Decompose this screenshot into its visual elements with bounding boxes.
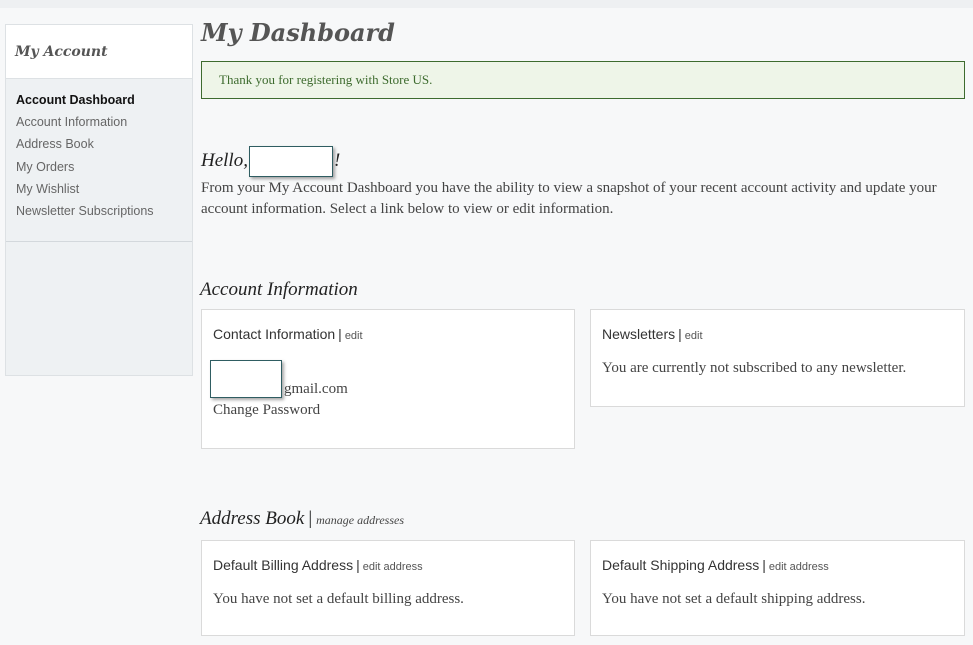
success-message: Thank you for registering with Store US.	[201, 61, 965, 99]
account-nav: Account Dashboard Account Information Ad…	[6, 79, 192, 225]
billing-address-text: You have not set a default billing addre…	[213, 591, 464, 607]
hello-suffix: !	[333, 150, 341, 171]
billing-address-header: Default Billing Address | edit address	[213, 557, 423, 573]
redacted-email-box	[210, 360, 282, 398]
contact-information-box: Contact Information | edit gmail.com Chang…	[201, 309, 575, 449]
title-separator: |	[356, 557, 360, 573]
sidebar-item-newsletter-subscriptions[interactable]: Newsletter Subscriptions	[16, 203, 192, 225]
sidebar-item-account-information[interactable]: Account Information	[16, 114, 192, 136]
dashboard-intro: From your My Account Dashboard you have …	[201, 180, 937, 217]
shipping-address-header: Default Shipping Address | edit address	[602, 557, 829, 573]
contact-information-title: Contact Information	[213, 326, 336, 342]
title-separator: |	[678, 326, 682, 342]
default-shipping-address-box: Default Shipping Address | edit address Yo…	[590, 540, 965, 636]
hello-greeting: Hello, !	[201, 144, 340, 178]
page-title: My Dashboard	[201, 18, 395, 47]
redacted-name-box	[248, 145, 333, 177]
billing-address-title: Default Billing Address	[213, 557, 354, 573]
newsletters-header: Newsletters | edit	[602, 326, 703, 342]
edit-shipping-address-link[interactable]: edit address	[769, 561, 829, 573]
shipping-address-text: You have not set a default shipping addr…	[602, 591, 866, 607]
sidebar-title: My Account	[15, 43, 108, 60]
sidebar-item-my-orders[interactable]: My Orders	[16, 159, 192, 181]
edit-billing-address-link[interactable]: edit address	[363, 561, 423, 573]
contact-information-header: Contact Information | edit	[213, 326, 363, 342]
change-password-link[interactable]: Change Password	[213, 402, 320, 419]
newsletters-box: Newsletters | edit You are currently not s…	[590, 309, 965, 407]
manage-addresses-link[interactable]: manage addresses	[316, 513, 404, 527]
sidebar-divider	[6, 241, 192, 242]
newsletter-status-text: You are currently not subscribed to any …	[602, 360, 907, 376]
sidebar-header: My Account	[6, 25, 192, 79]
account-information-title: Account Information	[200, 279, 358, 300]
address-book-title: Address Book	[200, 508, 305, 529]
success-message-text: Thank you for registering with Store US.	[219, 72, 433, 87]
hello-prefix: Hello,	[201, 150, 248, 171]
edit-newsletters-link[interactable]: edit	[685, 330, 703, 342]
account-information-heading: Account Information	[200, 279, 358, 301]
account-sidebar: My Account Account Dashboard Account Inf…	[5, 24, 193, 376]
sidebar-item-my-wishlist[interactable]: My Wishlist	[16, 181, 192, 203]
sidebar-item-address-book[interactable]: Address Book	[16, 136, 192, 158]
sidebar-item-account-dashboard: Account Dashboard	[16, 93, 135, 107]
default-billing-address-box: Default Billing Address | edit address You…	[201, 540, 575, 636]
edit-contact-link[interactable]: edit	[345, 330, 363, 342]
newsletters-title: Newsletters	[602, 326, 676, 342]
top-strip	[0, 0, 973, 8]
title-separator: |	[338, 326, 342, 342]
email-domain: gmail.com	[284, 381, 348, 397]
shipping-address-title: Default Shipping Address	[602, 557, 760, 573]
title-separator: |	[762, 557, 766, 573]
heading-separator: |	[308, 508, 313, 529]
address-book-heading: Address Book | manage addresses	[200, 508, 404, 530]
